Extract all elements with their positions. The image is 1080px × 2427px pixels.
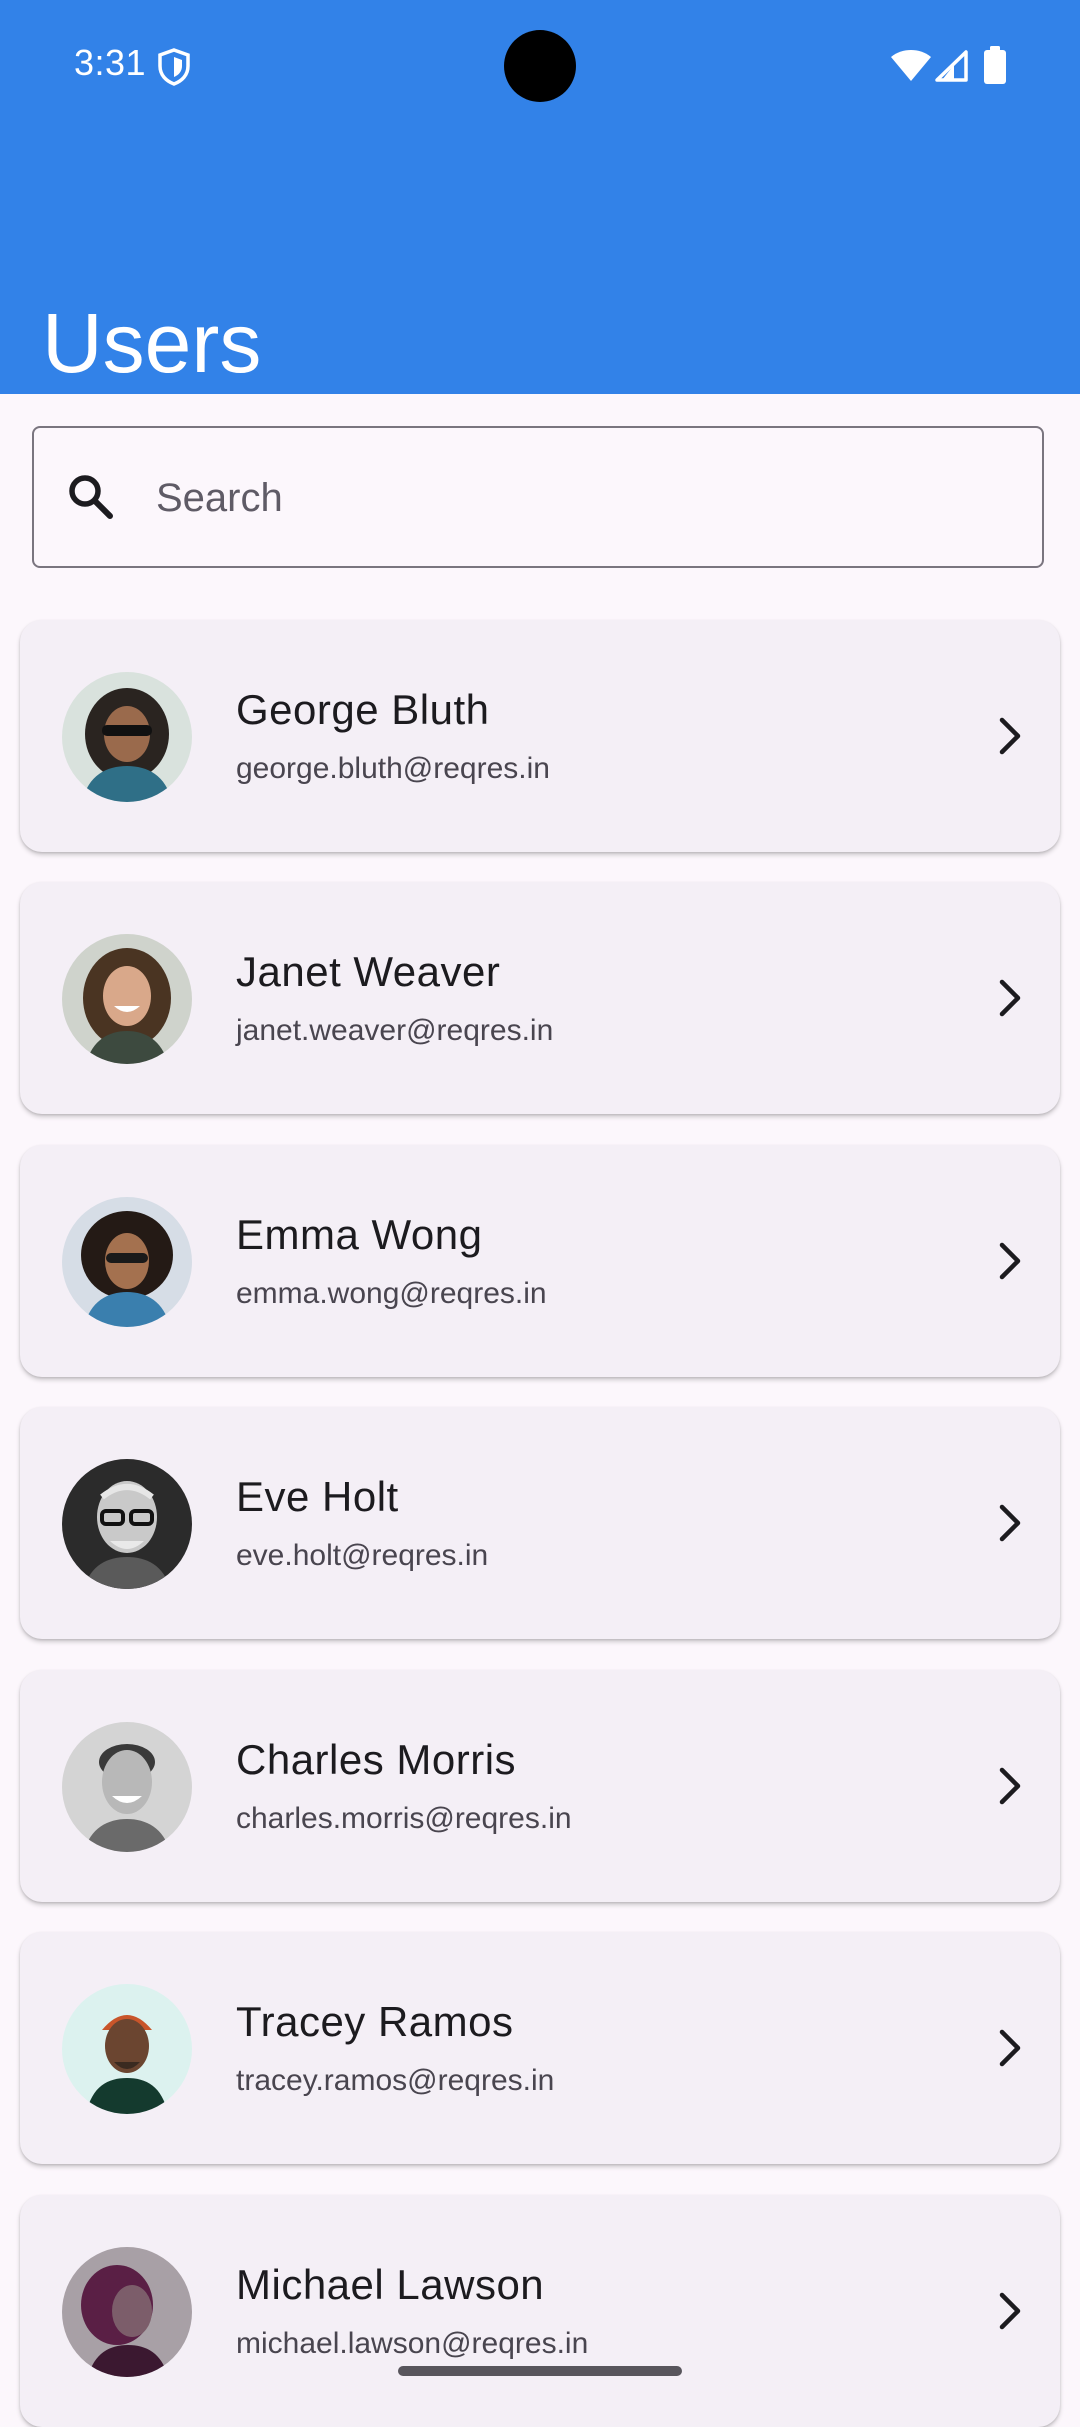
user-name: Charles Morris xyxy=(236,1736,517,1783)
user-email: tracey.ramos@reqres.in xyxy=(236,2064,555,2097)
user-name: Emma Wong xyxy=(236,1211,483,1258)
user-email: george.bluth@reqres.in xyxy=(236,752,550,785)
user-name: Tracey Ramos xyxy=(236,1998,514,2045)
chevron-right-icon xyxy=(999,2292,1021,2330)
user-card-charles-morris[interactable]: Charles Morris charles.morris@reqres.in xyxy=(20,1670,1060,1902)
user-card-michael-lawson[interactable]: Michael Lawson michael.lawson@reqres.in xyxy=(20,2195,1060,2427)
avatar xyxy=(62,1722,192,1852)
avatar xyxy=(62,1459,192,1589)
chevron-right-icon xyxy=(999,1242,1021,1280)
user-list: George Bluth george.bluth@reqres.in Jane… xyxy=(0,0,1080,2427)
user-email: michael.lawson@reqres.in xyxy=(236,2327,589,2360)
user-card-george-bluth[interactable]: George Bluth george.bluth@reqres.in xyxy=(20,620,1060,852)
chevron-right-icon xyxy=(999,1504,1021,1542)
user-name: Janet Weaver xyxy=(236,948,501,995)
home-indicator[interactable] xyxy=(398,2366,682,2376)
user-name: George Bluth xyxy=(236,686,490,733)
user-card-tracey-ramos[interactable]: Tracey Ramos tracey.ramos@reqres.in xyxy=(20,1932,1060,2164)
user-name: Eve Holt xyxy=(236,1473,399,1520)
chevron-right-icon xyxy=(999,1767,1021,1805)
avatar xyxy=(62,1197,192,1327)
avatar xyxy=(62,672,192,802)
user-email: charles.morris@reqres.in xyxy=(236,1802,572,1835)
chevron-right-icon xyxy=(999,717,1021,755)
user-email: eve.holt@reqres.in xyxy=(236,1539,489,1572)
avatar xyxy=(62,934,192,1064)
user-name: Michael Lawson xyxy=(236,2261,545,2308)
chevron-right-icon xyxy=(999,979,1021,1017)
chevron-right-icon xyxy=(999,2029,1021,2067)
user-card-emma-wong[interactable]: Emma Wong emma.wong@reqres.in xyxy=(20,1145,1060,1377)
user-email: janet.weaver@reqres.in xyxy=(236,1014,554,1047)
avatar xyxy=(62,2247,192,2377)
user-card-eve-holt[interactable]: Eve Holt eve.holt@reqres.in xyxy=(20,1407,1060,1639)
avatar xyxy=(62,1984,192,2114)
user-email: emma.wong@reqres.in xyxy=(236,1277,547,1310)
user-card-janet-weaver[interactable]: Janet Weaver janet.weaver@reqres.in xyxy=(20,882,1060,1114)
